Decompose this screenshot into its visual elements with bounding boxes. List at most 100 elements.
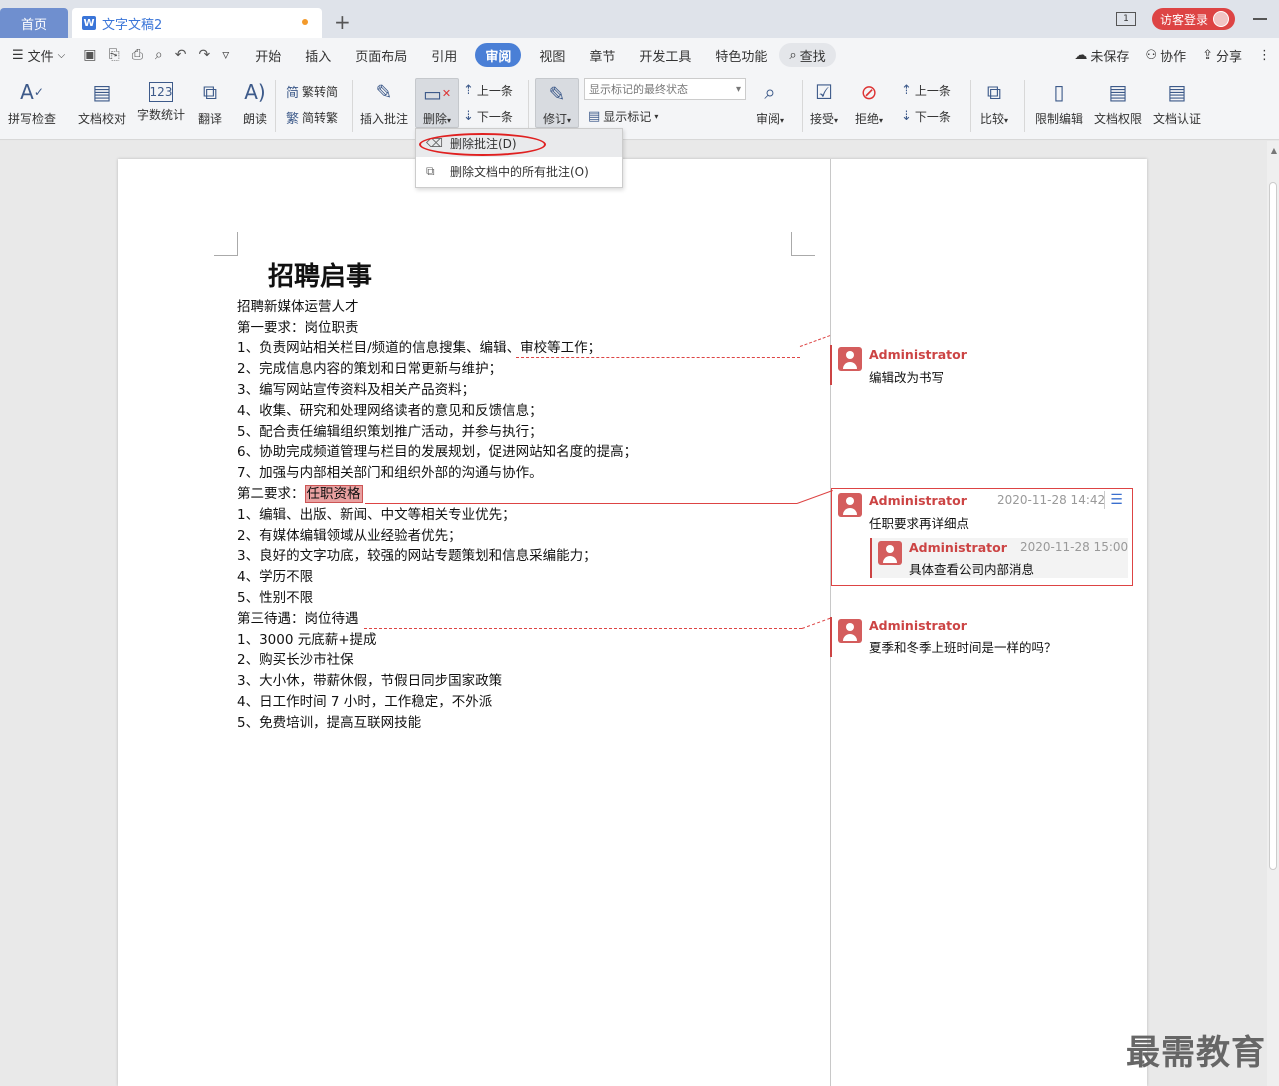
find-button[interactable]: ⌕ 查找 [779, 43, 836, 67]
unsaved-button[interactable]: ☁ 未保存 [1066, 43, 1137, 67]
more-icon[interactable]: ▿ [216, 47, 235, 63]
track-changes-button[interactable]: ✎ 修订▾ [535, 78, 579, 128]
markup-state-select[interactable]: 显示标记的最终状态 [584, 78, 746, 100]
highlighted-comment-text[interactable]: 任职资格 [304, 485, 363, 503]
next-change-label: 下一条 [914, 110, 951, 124]
undo-icon[interactable]: ↶ [169, 47, 193, 63]
comment-marker [830, 345, 832, 385]
prev-change-button[interactable]: ⇡ 上一条 [901, 82, 951, 99]
doc-line[interactable]: 2、购买长沙市社保 [237, 650, 354, 670]
doc-line[interactable]: 4、收集、研究和处理网络读者的意见和反馈信息； [237, 401, 543, 421]
doc-line[interactable]: 5、免费培训，提高互联网技能 [237, 713, 421, 733]
proofread-label: 文档校对 [78, 112, 127, 126]
menu-item-delete-all-comments[interactable]: ⧉ 删除文档中的所有批注(O) [416, 157, 622, 185]
tab-home[interactable]: 首页 [0, 8, 68, 38]
doc-line[interactable]: 4、日工作时间 7 小时，工作稳定，不外派 [237, 692, 492, 712]
compare-icon: ⧉ [986, 80, 1002, 104]
spell-check-button[interactable]: A ✓ 拼写检查 [8, 78, 56, 127]
delete-comment-button[interactable]: ▭ ✕ 删除▾ [415, 78, 459, 128]
doc-line[interactable]: 招聘新媒体运营人才 [237, 297, 359, 317]
word-count-label: 字数统计 [137, 108, 186, 122]
reject-button[interactable]: ⊘ 拒绝▾ [855, 78, 883, 127]
guest-login-button[interactable]: 访客登录 [1151, 8, 1235, 30]
next-change-button[interactable]: ⇣ 下一条 [901, 108, 951, 125]
proofread-button[interactable]: ▤ 文档校对 [78, 78, 126, 127]
preview-icon[interactable]: ⌕ [149, 47, 169, 63]
insert-comment-label: 插入批注 [360, 112, 409, 126]
share-button[interactable]: ⇪ 分享 [1194, 43, 1250, 67]
new-tab-button[interactable]: + [334, 10, 351, 34]
prev-comment-button[interactable]: ⇡ 上一条 [463, 82, 513, 99]
cloud-icon: ☁ [1074, 47, 1088, 63]
next-comment-button[interactable]: ⇣ 下一条 [463, 108, 513, 125]
doc-line[interactable]: 3、编写网站宣传资料及相关产品资料； [237, 380, 475, 400]
page-count-icon[interactable]: 1 [1115, 12, 1136, 26]
review-pane-button[interactable]: ⌕ 审阅▾ [756, 78, 784, 127]
ribbon-separator [528, 80, 529, 132]
doc-line[interactable]: 第二要求： 任职资格 [237, 484, 363, 504]
redo-icon[interactable]: ↷ [192, 47, 216, 63]
doc-line[interactable]: 2、有媒体编辑领域从业经验者优先； [237, 526, 462, 546]
save-icon[interactable]: ▣ [77, 47, 102, 63]
menu-section[interactable]: 章节 [577, 43, 627, 67]
minimize-icon[interactable] [1253, 18, 1267, 20]
menu-reference[interactable]: 引用 [419, 43, 469, 67]
comment-author: Administrator [869, 347, 967, 362]
doc-line[interactable]: 5、配合责任编辑组织策划推广活动，并参与执行； [237, 422, 543, 442]
trad-to-simp-button[interactable]: 简繁转简 [286, 82, 338, 101]
export-icon[interactable]: ⎘ [103, 47, 126, 63]
doc-line[interactable]: 1、3000 元底薪+提成 [237, 630, 377, 650]
delete-label: 删除 [422, 112, 447, 126]
menu-review[interactable]: 审阅 [475, 43, 522, 67]
simp-to-trad-button[interactable]: 繁简转繁 [286, 108, 338, 127]
menu-more-icon[interactable]: ⋮ [1250, 43, 1279, 67]
collab-button[interactable]: ⚇ 协作 [1137, 43, 1194, 67]
menu-view[interactable]: 视图 [527, 43, 577, 67]
scrollbar-thumb[interactable] [1269, 182, 1277, 870]
scroll-up-icon[interactable]: ▲ [1271, 146, 1277, 155]
menu-features[interactable]: 特色功能 [703, 43, 779, 67]
doc-line[interactable]: 3、良好的文字功底，较强的网站专题策划和信息采编能力； [237, 546, 597, 566]
print-icon[interactable]: ⎙ [126, 47, 149, 63]
menu-file-label: 文件 [27, 49, 54, 65]
read-aloud-button[interactable]: A) 朗读 [241, 78, 269, 127]
next-icon: ⇣ [463, 109, 474, 124]
doc-permission-button[interactable]: ▤ 文档权限 [1094, 78, 1142, 127]
word-count-button[interactable]: 123 字数统计 [137, 78, 185, 123]
doc-line[interactable]: 2、完成信息内容的策划和日常更新与维护； [237, 359, 502, 379]
doc-line[interactable]: 5、性别不限 [237, 588, 313, 608]
menu-layout[interactable]: 页面布局 [343, 43, 419, 67]
doc-line[interactable]: 第三待遇：岗位待遇 [237, 609, 359, 629]
tab-document[interactable]: W 文字文稿2 [72, 8, 322, 38]
doc-line[interactable]: 1、负责网站相关栏目/频道的信息搜集、编辑、审校等工作； [237, 338, 601, 358]
doc-line[interactable]: 4、学历不限 [237, 567, 313, 587]
doc-line[interactable]: 6、协助完成频道管理与栏目的发展规划，促进网站知名度的提高； [237, 442, 637, 462]
doc-line[interactable]: 第一要求：岗位职责 [237, 318, 359, 338]
comment-text[interactable]: 夏季和冬季上班时间是一样的吗？ [869, 637, 1057, 656]
doc-certify-button[interactable]: ▤ 文档认证 [1153, 78, 1201, 127]
delete-all-label: 删除文档中的所有批注(O) [450, 164, 589, 179]
show-markup-button[interactable]: ▤ 显示标记 ▾ [588, 108, 658, 125]
insert-comment-button[interactable]: ✎ 插入批注 [360, 78, 408, 127]
doc-line[interactable]: 3、大小休，带薪休假，节假日同步国家政策 [237, 671, 502, 691]
comment-text[interactable]: 编辑改为书写 [869, 367, 944, 386]
reply-text[interactable]: 具体查看公司内部消息 [909, 559, 1034, 578]
restrict-edit-button[interactable]: ▯ 限制编辑 [1035, 78, 1083, 127]
comment-menu-icon[interactable]: ☰ [1104, 491, 1128, 509]
collab-label: 协作 [1160, 49, 1187, 65]
translate-button[interactable]: ⧉ 翻译 [196, 78, 224, 127]
menu-devtools[interactable]: 开发工具 [627, 43, 703, 67]
menu-file[interactable]: ☰ 文件 ⌵ [0, 43, 77, 67]
avatar-icon [1213, 11, 1229, 27]
doc-line[interactable]: 7、加强与内部相关部门和组织外部的沟通与协作。 [237, 463, 543, 483]
document-title[interactable]: 招聘启事 [268, 256, 372, 293]
accept-button[interactable]: ☑ 接受▾ [810, 78, 838, 127]
comment-text[interactable]: 任职要求再详细点 [869, 513, 969, 532]
compare-button[interactable]: ⧉ 比较▾ [980, 78, 1008, 127]
doc-line[interactable]: 1、编辑、出版、新闻、中文等相关专业优先； [237, 505, 516, 525]
title-bar: 首页 W 文字文稿2 + 1 访客登录 [0, 0, 1279, 38]
hamburger-icon: ☰ [12, 47, 24, 63]
menu-start[interactable]: 开始 [243, 43, 293, 67]
menu-insert[interactable]: 插入 [293, 43, 343, 67]
delete-comment-icon: ▭ ✕ [422, 81, 452, 106]
